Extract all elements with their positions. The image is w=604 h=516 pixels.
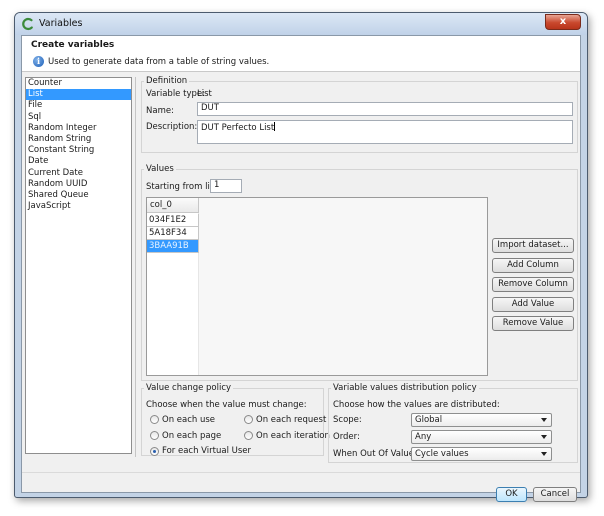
change-policy-title: Value change policy: [144, 383, 234, 393]
out-of-values-select[interactable]: Cycle values: [411, 447, 552, 461]
radio-each-use[interactable]: [150, 415, 159, 424]
add-value-button[interactable]: Add Value: [492, 297, 574, 312]
scope-label: Scope:: [333, 415, 362, 425]
type-item-counter[interactable]: Counter: [26, 78, 131, 89]
text-cursor: [274, 122, 276, 131]
radio-each-iteration-label[interactable]: On each iteration: [256, 431, 330, 441]
type-item-random-string[interactable]: Random String: [26, 134, 131, 145]
header-description: Used to generate data from a table of st…: [48, 57, 270, 67]
change-policy-prompt: Choose when the value must change:: [146, 400, 307, 410]
type-item-list[interactable]: List: [26, 89, 131, 101]
info-icon: i: [33, 56, 44, 67]
radio-each-virtual-user[interactable]: [150, 447, 159, 456]
cancel-button[interactable]: Cancel: [533, 487, 577, 502]
description-text: DUT Perfecto List: [201, 123, 275, 133]
app-logo-icon: [22, 17, 33, 31]
header-title: Create variables: [31, 40, 115, 50]
table-row[interactable]: 3BAA91B: [147, 240, 199, 253]
table-row[interactable]: 034F1E2: [147, 214, 199, 227]
add-column-button[interactable]: Add Column: [492, 258, 574, 273]
remove-value-button[interactable]: Remove Value: [492, 316, 574, 331]
type-item-date[interactable]: Date: [26, 156, 131, 167]
type-item-file[interactable]: File: [26, 100, 131, 111]
description-field[interactable]: DUT Perfecto List: [197, 120, 573, 144]
order-value: Any: [415, 432, 432, 442]
description-label: Description:: [146, 122, 198, 132]
type-item-current-date[interactable]: Current Date: [26, 168, 131, 179]
type-item-constant-string[interactable]: Constant String: [26, 145, 131, 156]
chevron-down-icon: [541, 435, 547, 439]
scope-value: Global: [415, 415, 443, 425]
radio-each-use-label[interactable]: On each use: [162, 415, 215, 425]
type-item-shared-queue[interactable]: Shared Queue: [26, 190, 131, 201]
radio-each-request-label[interactable]: On each request: [256, 415, 326, 425]
dialog-body: Create variables i Used to generate data…: [21, 35, 581, 502]
type-item-random-uuid[interactable]: Random UUID: [26, 179, 131, 190]
distribution-policy-prompt: Choose how the values are distributed:: [333, 400, 500, 410]
close-button[interactable]: x: [545, 14, 581, 30]
values-table[interactable]: col_0 034F1E2 5A18F34 3BAA91B: [146, 197, 488, 376]
order-select[interactable]: Any: [411, 430, 552, 444]
title-bar[interactable]: Variables x: [15, 13, 587, 35]
variable-type-list[interactable]: Counter List File Sql Random Integer Ran…: [25, 77, 132, 454]
chevron-down-icon: [541, 452, 547, 456]
name-label: Name:: [146, 106, 174, 116]
column-header-col-0[interactable]: col_0: [147, 198, 199, 213]
distribution-policy-title: Variable values distribution policy: [331, 383, 479, 393]
radio-each-page[interactable]: [150, 431, 159, 440]
close-icon: x: [559, 16, 567, 27]
type-item-sql[interactable]: Sql: [26, 112, 131, 123]
definition-group-title: Definition: [144, 76, 190, 86]
radio-each-page-label[interactable]: On each page: [162, 431, 221, 441]
name-field[interactable]: DUT: [197, 102, 573, 116]
panel-splitter[interactable]: [135, 77, 136, 457]
scope-select[interactable]: Global: [411, 413, 552, 427]
variables-dialog: Variables x Create variables i Used to g…: [14, 12, 588, 502]
remove-column-button[interactable]: Remove Column: [492, 277, 574, 292]
window-title: Variables: [39, 18, 83, 29]
starting-line-field[interactable]: 1: [210, 179, 242, 193]
radio-each-iteration[interactable]: [244, 431, 253, 440]
out-of-values-label: When Out Of Values:: [333, 449, 422, 459]
values-group-title: Values: [144, 164, 176, 174]
order-label: Order:: [333, 432, 360, 442]
variable-type-value: List: [197, 89, 212, 99]
chevron-down-icon: [541, 418, 547, 422]
footer-divider: [22, 472, 580, 473]
import-dataset-button[interactable]: Import dataset...: [492, 238, 574, 253]
radio-each-request[interactable]: [244, 415, 253, 424]
type-item-random-integer[interactable]: Random Integer: [26, 123, 131, 134]
type-item-javascript[interactable]: JavaScript: [26, 201, 131, 212]
table-row[interactable]: 5A18F34: [147, 227, 199, 240]
dialog-header: Create variables i Used to generate data…: [22, 36, 580, 72]
ok-button[interactable]: OK: [496, 487, 527, 502]
out-of-values-value: Cycle values: [415, 449, 469, 459]
radio-each-virtual-user-label[interactable]: For each Virtual User: [162, 446, 251, 456]
